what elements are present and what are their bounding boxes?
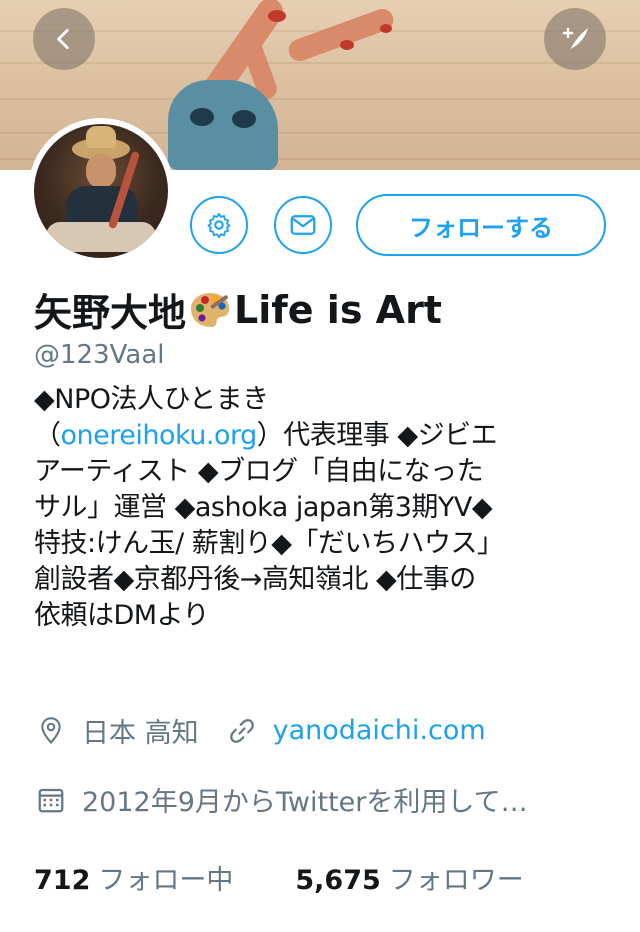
bio-line: サル」運営 ◆ashoka japan第3期YV◆ bbox=[34, 492, 493, 523]
back-button[interactable] bbox=[33, 8, 95, 70]
settings-gear-icon bbox=[207, 212, 231, 239]
compose-tweet-button[interactable] bbox=[544, 8, 606, 70]
following-stat[interactable]: 712 フォロー中 bbox=[34, 858, 233, 897]
profile-meta-row: 日本 高知 yanodaichi.com bbox=[34, 711, 486, 750]
back-icon bbox=[57, 28, 69, 50]
direct-message-button[interactable] bbox=[274, 196, 332, 254]
follow-button-label: フォローする bbox=[409, 213, 553, 242]
profile-bio: ◆NPO法人ひとまき （onereihoku.org）代表理事 ◆ジビエ アーテ… bbox=[34, 382, 604, 634]
display-name-text: 矢野大地 bbox=[34, 291, 187, 335]
display-name: 矢野大地 Life is Art bbox=[34, 282, 442, 337]
bio-line: 創設者◆京都丹後→高知嶺北 ◆仕事の bbox=[34, 564, 476, 595]
bio-line: 依頼はDMより bbox=[34, 600, 210, 631]
display-name-suffix: Life is Art bbox=[234, 287, 442, 332]
location-text: 日本 高知 bbox=[82, 718, 199, 749]
calendar-icon bbox=[34, 783, 68, 817]
joined-date-row: 2012年9月からTwitterを利用して… bbox=[34, 780, 528, 819]
message-envelope-icon bbox=[290, 215, 316, 235]
following-label: フォロー中 bbox=[98, 865, 234, 896]
following-count: 712 bbox=[34, 865, 91, 896]
artist-palette-emoji bbox=[188, 290, 232, 330]
joined-date-text: 2012年9月からTwitterを利用して… bbox=[82, 787, 528, 818]
link-icon bbox=[225, 714, 259, 748]
bio-text: ）代表理事 ◆ジビエ bbox=[256, 420, 498, 451]
followers-stat[interactable]: 5,675 フォロワー bbox=[295, 858, 523, 897]
follow-button[interactable]: フォローする bbox=[356, 194, 606, 256]
bio-line: 特技:けん玉/ 薪割り◆「だいちハウス」 bbox=[34, 528, 504, 559]
user-handle: @123Vaal bbox=[34, 340, 165, 370]
bio-link[interactable]: onereihoku.org bbox=[61, 420, 258, 451]
bio-paren: （ bbox=[34, 420, 61, 451]
followers-count: 5,675 bbox=[295, 865, 381, 896]
bio-line: アーティスト ◆ブログ「自由になった bbox=[34, 456, 484, 487]
follow-stats: 712 フォロー中 5,675 フォロワー bbox=[34, 858, 524, 897]
avatar[interactable] bbox=[28, 118, 174, 264]
settings-button[interactable] bbox=[190, 196, 248, 254]
compose-tweet-icon bbox=[562, 27, 588, 50]
followers-label: フォロワー bbox=[388, 865, 524, 896]
website-link[interactable]: yanodaichi.com bbox=[273, 715, 486, 746]
avatar-image bbox=[34, 124, 168, 258]
bio-line: （onereihoku.org）代表理事 ◆ジビエ bbox=[34, 418, 604, 454]
location-pin-icon bbox=[34, 714, 68, 748]
bio-line: ◆NPO法人ひとまき bbox=[34, 384, 269, 415]
